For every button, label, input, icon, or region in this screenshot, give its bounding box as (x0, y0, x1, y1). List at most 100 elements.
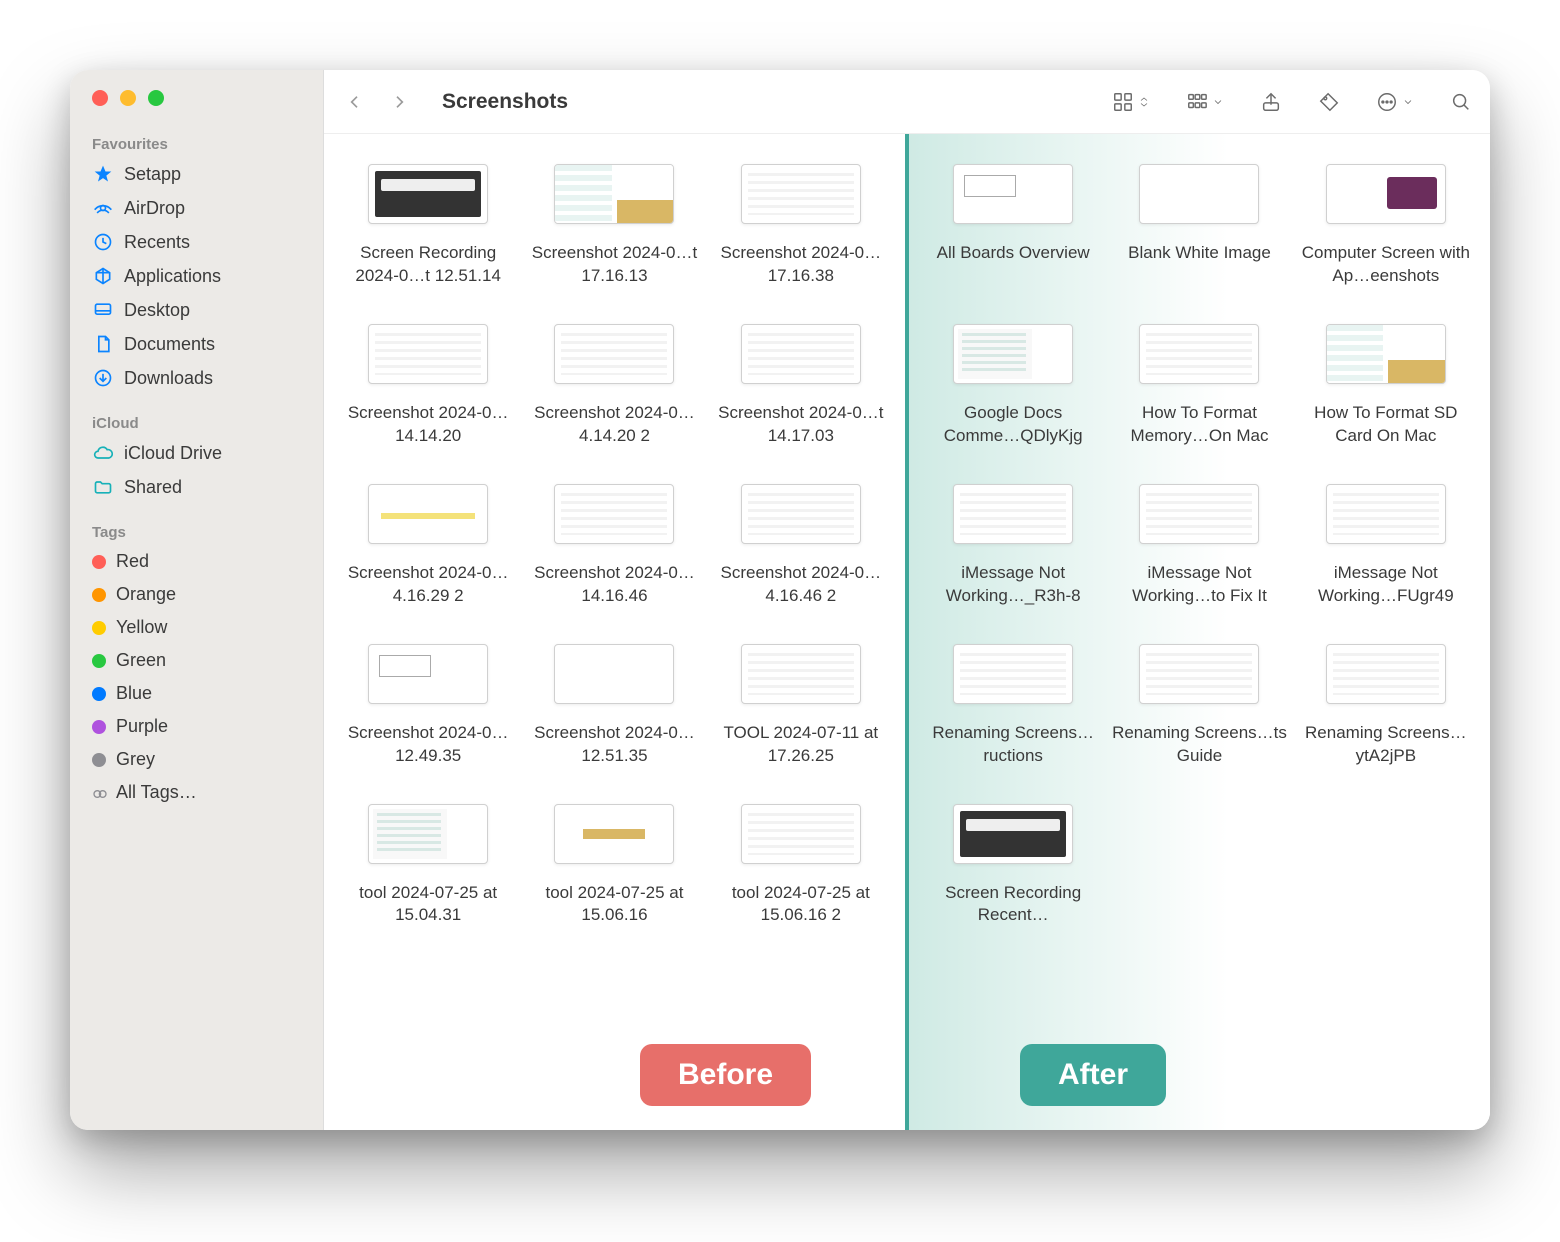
file-name-label: Screenshot 2024-0…12.51.35 (526, 722, 702, 768)
sidebar-item-shared[interactable]: Shared (70, 470, 323, 504)
file-thumbnail (741, 804, 861, 864)
share-button[interactable] (1260, 91, 1282, 113)
group-by-button[interactable] (1186, 91, 1224, 113)
before-badge: Before (640, 1044, 811, 1106)
file-item[interactable]: Screen Recording Recent… (925, 804, 1101, 928)
tag-label: Purple (116, 716, 168, 737)
sidebar-item-applications[interactable]: Applications (70, 259, 323, 293)
file-item[interactable]: TOOL 2024-07-11 at 17.26.25 (713, 644, 889, 768)
sidebar-item-downloads[interactable]: Downloads (70, 361, 323, 395)
sidebar-item-label: Desktop (124, 300, 190, 321)
file-item[interactable]: Google Docs Comme…QDlyKjg (925, 324, 1101, 448)
sidebar-item-recents[interactable]: Recents (70, 225, 323, 259)
tag-item-grey[interactable]: Grey (70, 743, 323, 776)
file-name-label: Screen Recording Recent… (925, 882, 1101, 928)
file-item[interactable]: Renaming Screens…ructions (925, 644, 1101, 768)
sidebar-section-tags-header: Tags (70, 518, 323, 545)
file-item[interactable]: Screenshot 2024-0…17.16.38 (713, 164, 889, 288)
window-controls (70, 86, 323, 130)
file-item[interactable]: Screenshot 2024-0…14.14.20 (340, 324, 516, 448)
more-actions-button[interactable] (1376, 91, 1414, 113)
tag-item-orange[interactable]: Orange (70, 578, 323, 611)
file-thumbnail (368, 164, 488, 224)
file-item[interactable]: Screenshot 2024-0…12.51.35 (526, 644, 702, 768)
close-window-button[interactable] (92, 90, 108, 106)
tag-item-yellow[interactable]: Yellow (70, 611, 323, 644)
file-item[interactable]: Computer Screen with Ap…eenshots (1298, 164, 1474, 288)
file-item[interactable]: tool 2024-07-25 at 15.06.16 (526, 804, 702, 928)
file-item[interactable]: Renaming Screens…ts Guide (1111, 644, 1287, 768)
downloads-icon (92, 367, 114, 389)
tags-button[interactable] (1318, 91, 1340, 113)
sidebar-item-setapp[interactable]: Setapp (70, 157, 323, 191)
search-button[interactable] (1450, 91, 1472, 113)
file-name-label: Screenshot 2024-0…t 17.16.13 (526, 242, 702, 288)
file-name-label: tool 2024-07-25 at 15.06.16 2 (713, 882, 889, 928)
file-item[interactable]: All Boards Overview (925, 164, 1101, 288)
comparison-panes: Screen Recording 2024-0…t 12.51.14Screen… (324, 134, 1490, 1130)
tag-color-dot (92, 621, 106, 635)
tag-item-green[interactable]: Green (70, 644, 323, 677)
before-pane: Screen Recording 2024-0…t 12.51.14Screen… (324, 134, 905, 1130)
file-item[interactable]: iMessage Not Working…to Fix It (1111, 484, 1287, 608)
tag-item-blue[interactable]: Blue (70, 677, 323, 710)
forward-button[interactable] (386, 89, 412, 115)
file-item[interactable]: Screenshot 2024-0…12.49.35 (340, 644, 516, 768)
file-thumbnail (554, 324, 674, 384)
file-item[interactable]: Screenshot 2024-0…t 17.16.13 (526, 164, 702, 288)
recents-icon (92, 231, 114, 253)
file-thumbnail (953, 644, 1073, 704)
file-item[interactable]: Screenshot 2024-0…t 14.17.03 (713, 324, 889, 448)
tag-color-dot (92, 786, 106, 800)
file-thumbnail (1326, 644, 1446, 704)
file-name-label: tool 2024-07-25 at 15.04.31 (340, 882, 516, 928)
zoom-window-button[interactable] (148, 90, 164, 106)
sidebar-item-icloud-drive[interactable]: iCloud Drive (70, 436, 323, 470)
file-name-label: How To Format Memory…On Mac (1111, 402, 1287, 448)
tag-label: Yellow (116, 617, 167, 638)
file-name-label: iMessage Not Working…to Fix It (1111, 562, 1287, 608)
sidebar-item-airdrop[interactable]: AirDrop (70, 191, 323, 225)
file-name-label: iMessage Not Working…_R3h-8 (925, 562, 1101, 608)
file-item[interactable]: How To Format Memory…On Mac (1111, 324, 1287, 448)
file-thumbnail (1326, 324, 1446, 384)
file-item[interactable]: iMessage Not Working…_R3h-8 (925, 484, 1101, 608)
file-item[interactable]: iMessage Not Working…FUgr49 (1298, 484, 1474, 608)
file-item[interactable]: tool 2024-07-25 at 15.04.31 (340, 804, 516, 928)
icloud-icon (92, 442, 114, 464)
file-item[interactable]: Blank White Image (1111, 164, 1287, 288)
file-item[interactable]: Screenshot 2024-0…4.16.29 2 (340, 484, 516, 608)
view-as-icons-button[interactable] (1112, 91, 1150, 113)
sidebar-item-desktop[interactable]: Desktop (70, 293, 323, 327)
file-item[interactable]: Screenshot 2024-0…14.16.46 (526, 484, 702, 608)
file-thumbnail (554, 164, 674, 224)
file-name-label: Renaming Screens…ts Guide (1111, 722, 1287, 768)
tag-color-dot (92, 687, 106, 701)
file-item[interactable]: Screenshot 2024-0…4.14.20 2 (526, 324, 702, 448)
file-item[interactable]: How To Format SD Card On Mac (1298, 324, 1474, 448)
file-thumbnail (554, 644, 674, 704)
file-thumbnail (1139, 644, 1259, 704)
file-thumbnail (741, 484, 861, 544)
file-thumbnail (953, 164, 1073, 224)
tag-item-red[interactable]: Red (70, 545, 323, 578)
file-item[interactable]: tool 2024-07-25 at 15.06.16 2 (713, 804, 889, 928)
file-name-label: Renaming Screens…ructions (925, 722, 1101, 768)
tag-label: All Tags… (116, 782, 197, 803)
sidebar-item-label: Applications (124, 266, 221, 287)
file-item[interactable]: Screenshot 2024-0…4.16.46 2 (713, 484, 889, 608)
tag-item-all-tags-[interactable]: All Tags… (70, 776, 323, 809)
file-thumbnail (1326, 484, 1446, 544)
tag-color-dot (92, 555, 106, 569)
sidebar: Favourites SetappAirDropRecentsApplicati… (70, 70, 324, 1130)
file-name-label: Screenshot 2024-0…12.49.35 (340, 722, 516, 768)
back-button[interactable] (342, 89, 368, 115)
tag-color-dot (92, 654, 106, 668)
minimize-window-button[interactable] (120, 90, 136, 106)
file-name-label: Computer Screen with Ap…eenshots (1298, 242, 1474, 288)
file-item[interactable]: Renaming Screens…ytA2jPB (1298, 644, 1474, 768)
sidebar-item-documents[interactable]: Documents (70, 327, 323, 361)
sidebar-item-label: Setapp (124, 164, 181, 185)
file-item[interactable]: Screen Recording 2024-0…t 12.51.14 (340, 164, 516, 288)
tag-item-purple[interactable]: Purple (70, 710, 323, 743)
